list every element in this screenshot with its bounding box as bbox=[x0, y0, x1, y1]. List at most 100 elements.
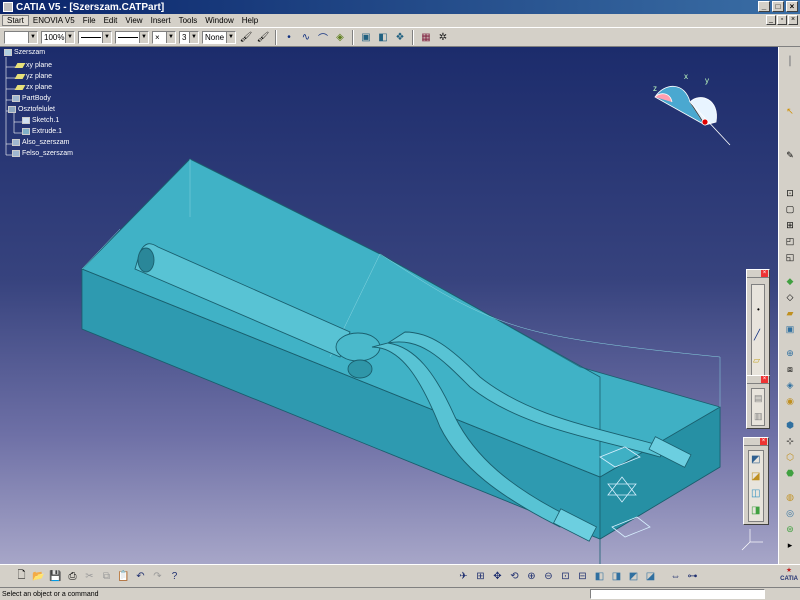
zoom-out-icon[interactable]: ⊖ bbox=[541, 569, 556, 584]
palette-close-icon[interactable]: × bbox=[761, 376, 768, 383]
fly-icon[interactable]: ✈ bbox=[456, 569, 471, 584]
knowledge-icon[interactable]: ◍ bbox=[783, 491, 797, 504]
shell-icon[interactable]: ▣ bbox=[783, 323, 797, 336]
tree-item-osztofelulet[interactable]: Osztofelulet bbox=[8, 106, 55, 113]
fill-icon[interactable]: ▦ bbox=[419, 30, 433, 44]
draft-icon[interactable]: ◇ bbox=[783, 291, 797, 304]
floating-palette-3[interactable]: × ◩ ◪ ◫ ◨ bbox=[743, 437, 769, 525]
tree-item-also-szerszam[interactable]: Also_szerszam bbox=[12, 139, 69, 146]
doc-minimize-button[interactable]: _ bbox=[766, 15, 776, 25]
paste-icon[interactable]: 📋 bbox=[116, 569, 131, 584]
tree-root[interactable]: Szerszam bbox=[4, 49, 45, 56]
sweep-icon[interactable]: ❖ bbox=[393, 30, 407, 44]
fit-all-icon[interactable]: ⊞ bbox=[473, 569, 488, 584]
maximize-button[interactable]: □ bbox=[772, 1, 784, 12]
tree-item-sketch[interactable]: Sketch.1 bbox=[22, 117, 59, 124]
dimension-icon[interactable]: ⇔ bbox=[668, 569, 683, 584]
point-icon[interactable]: • bbox=[282, 30, 296, 44]
print-icon[interactable]: ⎙ bbox=[65, 569, 80, 584]
surface-icon[interactable]: ◈ bbox=[333, 30, 347, 44]
point-tool-icon[interactable]: • bbox=[757, 305, 760, 314]
3d-viewport[interactable]: x y z Szerszam xy plane yz plane zx plan… bbox=[0, 47, 778, 564]
layer-combo[interactable]: 3 ▼ bbox=[179, 30, 199, 44]
command-input[interactable] bbox=[590, 589, 765, 599]
menu-view[interactable]: View bbox=[121, 16, 146, 25]
paint-brush-icon[interactable]: 🖌 bbox=[239, 30, 253, 44]
apply-material-icon[interactable]: ⬣ bbox=[783, 467, 797, 480]
menu-enovia[interactable]: ENOVIA V5 bbox=[29, 16, 79, 25]
catia-app-icon[interactable] bbox=[3, 2, 13, 12]
close-button[interactable]: × bbox=[786, 1, 798, 12]
doc-restore-button[interactable]: ▫ bbox=[777, 15, 787, 25]
undo-icon[interactable]: ↶ bbox=[133, 569, 148, 584]
catalog-icon[interactable]: ⊛ bbox=[783, 523, 797, 536]
profile-icon[interactable]: ▢ bbox=[783, 203, 797, 216]
extrude-icon[interactable]: ▣ bbox=[359, 30, 373, 44]
tree-item-extrude[interactable]: Extrude.1 bbox=[22, 128, 62, 135]
zoom-combo[interactable]: 100% ▼ bbox=[41, 30, 75, 44]
point-style-combo[interactable]: × ▼ bbox=[152, 30, 176, 44]
rotate-view-icon[interactable]: ⟲ bbox=[507, 569, 522, 584]
doc-close-button[interactable]: × bbox=[788, 15, 798, 25]
minimize-button[interactable]: _ bbox=[758, 1, 770, 12]
dress-up-icon[interactable]: ◆ bbox=[783, 275, 797, 288]
filter-combo[interactable]: None ▼ bbox=[202, 30, 236, 44]
split-icon[interactable]: ◱ bbox=[783, 251, 797, 264]
curve-icon[interactable]: ∿ bbox=[299, 30, 313, 44]
symmetry-icon[interactable]: ⬢ bbox=[783, 419, 797, 432]
help-icon[interactable]: ? bbox=[167, 569, 182, 584]
line-weight-combo[interactable]: ▼ bbox=[115, 30, 149, 44]
rotate-icon[interactable]: ◉ bbox=[783, 395, 797, 408]
more-tools-icon[interactable]: ▸ bbox=[783, 539, 797, 552]
sketch-icon[interactable]: ✎ bbox=[783, 149, 797, 162]
swap-space-icon[interactable]: ◪ bbox=[643, 569, 658, 584]
analysis-icon[interactable]: ✲ bbox=[436, 30, 450, 44]
shaft-tool-icon[interactable]: ◫ bbox=[751, 488, 760, 499]
groove-tool-icon[interactable]: ◨ bbox=[751, 505, 760, 516]
menu-start[interactable]: Start bbox=[2, 15, 29, 26]
multi-view-icon[interactable]: ⊟ bbox=[575, 569, 590, 584]
tree-item-yz-plane[interactable]: yz plane bbox=[14, 73, 52, 80]
operation-icon[interactable]: ⊞ bbox=[783, 219, 797, 232]
hide-show-icon[interactable]: ◩ bbox=[626, 569, 641, 584]
paint-brush2-icon[interactable]: 🖌 bbox=[256, 30, 270, 44]
thickness-icon[interactable]: ▰ bbox=[783, 307, 797, 320]
select-arrow-icon[interactable]: ↖ bbox=[783, 105, 797, 118]
line-tool-icon[interactable]: ╱ bbox=[754, 330, 760, 341]
floating-palette-2[interactable]: × ▤ ▥ bbox=[746, 375, 770, 429]
zoom-in-icon[interactable]: ⊕ bbox=[524, 569, 539, 584]
formula-icon[interactable]: ◎ bbox=[783, 507, 797, 520]
transform-tool-icon[interactable]: ▤ bbox=[754, 393, 763, 404]
measure-item-icon[interactable]: ⬡ bbox=[783, 451, 797, 464]
menu-help[interactable]: Help bbox=[238, 16, 262, 25]
normal-view-icon[interactable]: ⊡ bbox=[558, 569, 573, 584]
spline-icon[interactable]: ⌒ bbox=[316, 30, 330, 45]
scale-tool-icon[interactable]: ▥ bbox=[754, 411, 763, 422]
copy-icon[interactable]: ⧉ bbox=[99, 569, 114, 584]
tree-item-felso-szerszam[interactable]: Felso_szerszam bbox=[12, 150, 73, 157]
save-icon[interactable]: 💾 bbox=[48, 569, 63, 584]
pattern-icon[interactable]: ⊕ bbox=[783, 347, 797, 360]
pan-icon[interactable]: ✥ bbox=[490, 569, 505, 584]
color-combo[interactable]: ▼ bbox=[4, 30, 38, 44]
revolve-icon[interactable]: ◧ bbox=[376, 30, 390, 44]
boolean-icon[interactable]: ◰ bbox=[783, 235, 797, 248]
palette-close-icon[interactable]: × bbox=[761, 270, 768, 277]
sketcher-icon[interactable]: ┃ bbox=[783, 55, 797, 68]
menu-edit[interactable]: Edit bbox=[100, 16, 122, 25]
mold-model[interactable]: x y z bbox=[0, 47, 778, 564]
axis-system-icon[interactable]: ⊹ bbox=[783, 435, 797, 448]
cut-icon[interactable]: ✂ bbox=[82, 569, 97, 584]
menu-tools[interactable]: Tools bbox=[175, 16, 202, 25]
palette-close-icon[interactable]: × bbox=[760, 438, 767, 445]
iso-view-icon[interactable]: ◧ bbox=[592, 569, 607, 584]
mirror-icon[interactable]: ⧈ bbox=[783, 363, 797, 376]
floating-palette-1[interactable]: × • ╱ ▱ bbox=[746, 269, 770, 387]
measure-icon[interactable]: ⊶ bbox=[685, 569, 700, 584]
render-style-icon[interactable]: ◨ bbox=[609, 569, 624, 584]
pad-tool-icon[interactable]: ◩ bbox=[751, 454, 760, 465]
pocket-tool-icon[interactable]: ◪ bbox=[751, 471, 760, 482]
constraint-icon[interactable]: ⊡ bbox=[783, 187, 797, 200]
menu-insert[interactable]: Insert bbox=[147, 16, 175, 25]
redo-icon[interactable]: ↷ bbox=[150, 569, 165, 584]
